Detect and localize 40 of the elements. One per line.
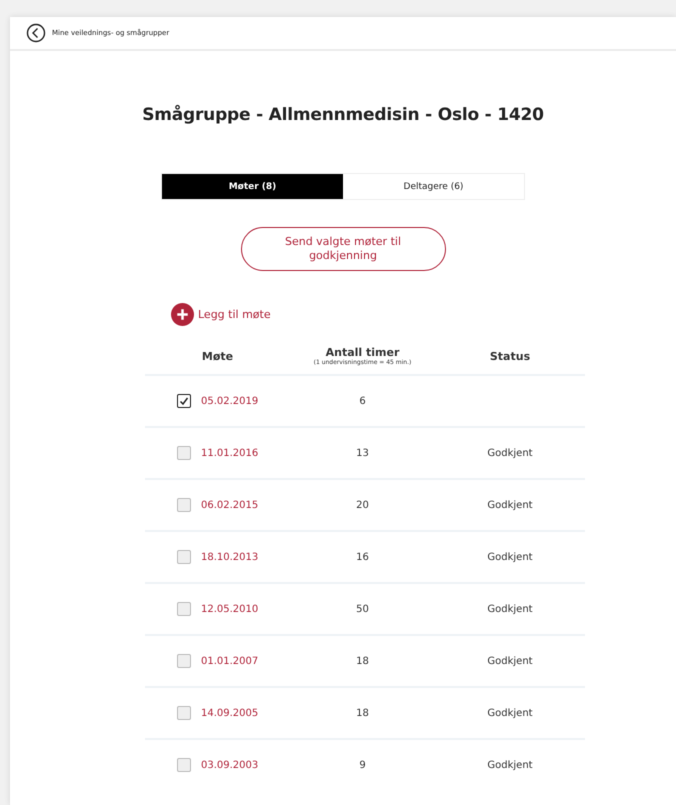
status-cell: Godkjent [487, 708, 533, 718]
hours-cell: 6 [359, 396, 366, 406]
hours-cell: 50 [356, 604, 369, 614]
status-cell: Godkjent [487, 656, 533, 666]
meeting-date-link[interactable]: 11.01.2016 [201, 448, 258, 458]
status-cell: Godkjent [487, 500, 533, 510]
hours-cell: 18 [356, 708, 369, 718]
hours-cell: 9 [359, 760, 366, 770]
checkbox[interactable] [177, 498, 191, 512]
meeting-date-link[interactable]: 14.09.2005 [201, 708, 258, 718]
hours-cell: 13 [356, 448, 369, 458]
send-button[interactable]: Send valgte møter til godkjenning [240, 227, 446, 271]
status-cell: Godkjent [487, 552, 533, 562]
checkbox[interactable] [177, 706, 191, 720]
page-title: Smågruppe - Allmennmedisin - Oslo - 1420 [141, 105, 545, 125]
column-header: Antall timer [326, 346, 400, 359]
add-meeting-link[interactable]: Legg til møte [198, 308, 271, 321]
checkbox[interactable] [177, 602, 191, 616]
meeting-date-link[interactable]: 18.10.2013 [201, 552, 258, 562]
meeting-date-link[interactable]: 05.02.2019 [201, 396, 258, 406]
checkbox[interactable] [177, 550, 191, 564]
meeting-date-link[interactable]: 01.01.2007 [201, 656, 258, 666]
checkbox[interactable] [177, 654, 191, 668]
meeting-date-link[interactable]: 12.05.2010 [201, 604, 258, 614]
status-cell: Godkjent [487, 760, 533, 770]
checkbox[interactable] [177, 758, 191, 772]
checkbox[interactable] [177, 394, 191, 408]
status-cell: Godkjent [487, 604, 533, 614]
status-cell: Godkjent [487, 448, 533, 458]
hours-cell: 18 [356, 656, 369, 666]
tab[interactable]: Møter (8) [162, 174, 343, 199]
meeting-date-link[interactable]: 06.02.2015 [201, 500, 258, 510]
plus-icon[interactable] [171, 303, 194, 326]
hours-cell: 20 [356, 500, 369, 510]
meeting-date-link[interactable]: 03.09.2003 [201, 760, 258, 770]
checkbox[interactable] [177, 446, 191, 460]
column-header: Status [490, 350, 530, 362]
column-header: Møte [202, 350, 234, 362]
hours-cell: 16 [356, 552, 369, 562]
back-icon[interactable] [26, 23, 46, 43]
